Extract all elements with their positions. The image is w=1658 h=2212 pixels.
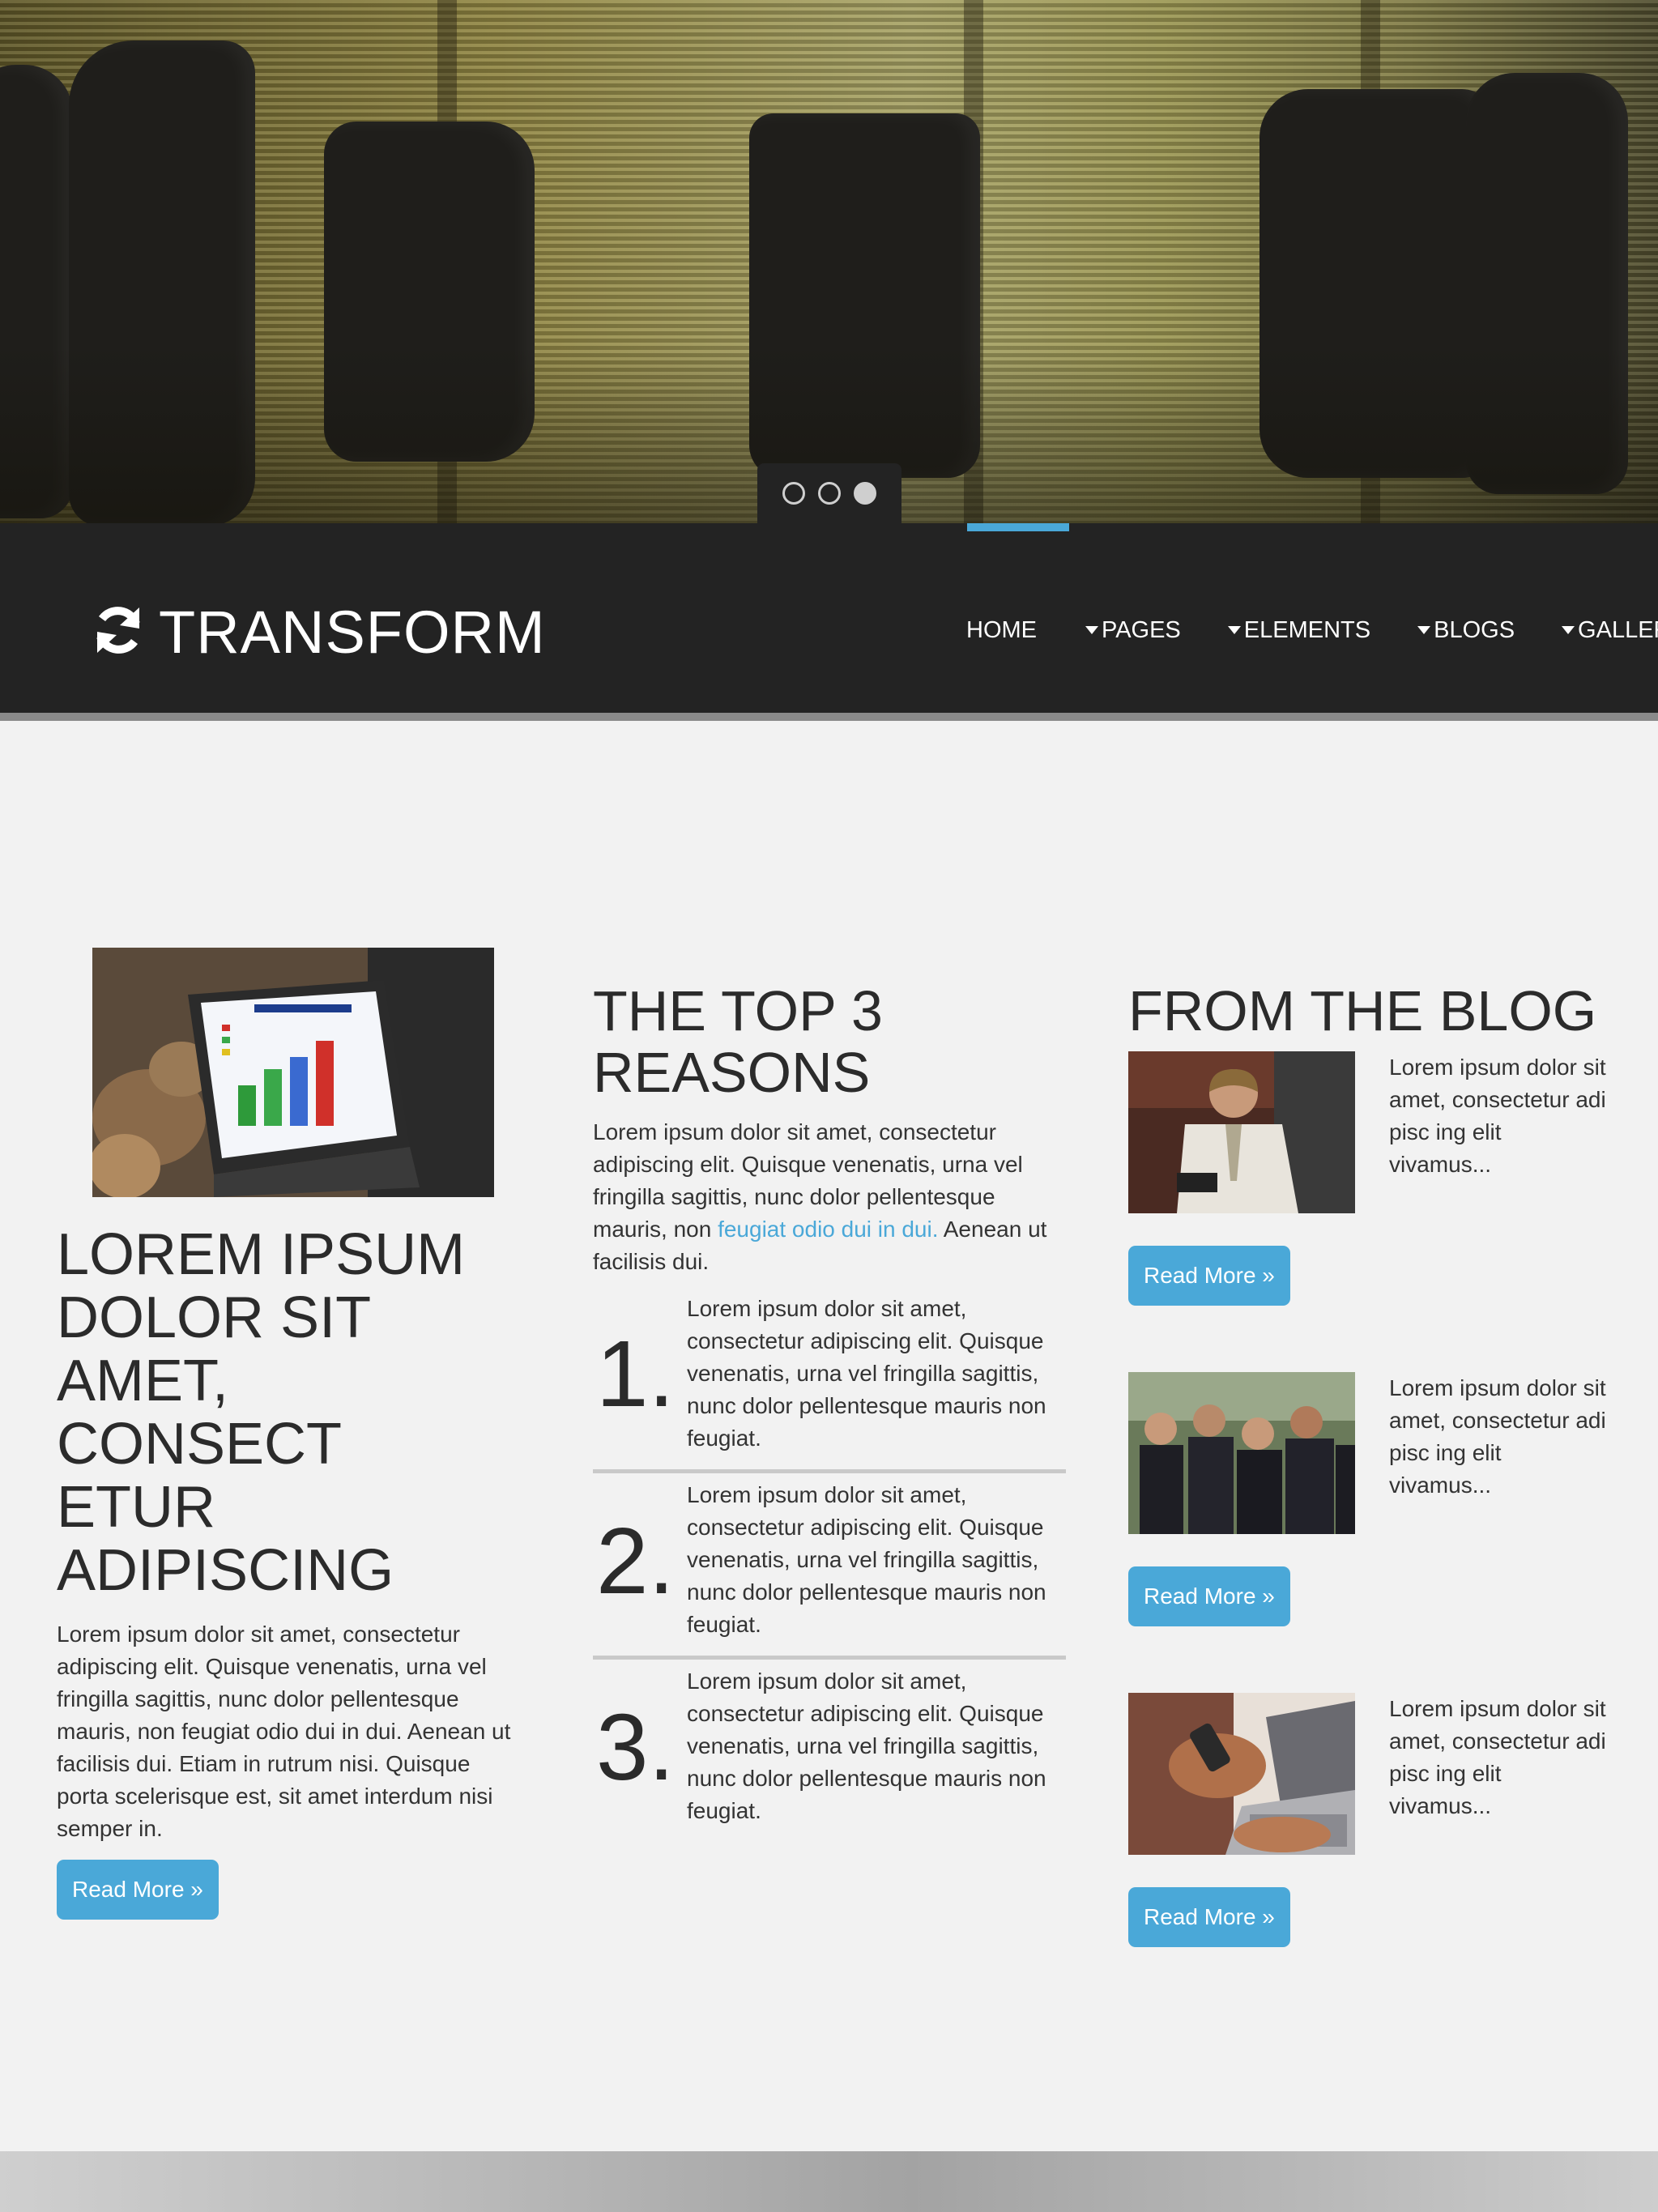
slider-dot-2[interactable] [818,482,841,505]
blog-read-more-button[interactable]: Read More » [1128,1566,1290,1626]
nav-item-blogs[interactable]: BLOGS [1417,617,1515,644]
reasons-intro-link[interactable]: feugiat odio dui in dui. [718,1217,938,1242]
nav-item-label: PAGES [1102,616,1181,643]
blog-excerpt: Lorem ipsum dolor sit amet, consectetur … [1389,1696,1606,1818]
blog-read-more-button[interactable]: Read More » [1128,1887,1290,1947]
blog-heading: FROM THE BLOG [1128,979,1597,1042]
nav-item-pages[interactable]: PAGES [1085,617,1181,644]
reason-item: 2. Lorem ipsum dolor sit amet, consectet… [593,1473,1066,1660]
nav-item-label: GALLERY [1578,616,1658,643]
blog-thumbnail[interactable] [1128,1693,1355,1855]
feature-heading: LOREM IPSUM DOLOR SIT AMET, CONSECT ETUR… [57,1222,466,1603]
feature-read-more-button[interactable]: Read More » [57,1860,219,1920]
slider-pagination [757,463,901,523]
feature-image [92,948,494,1197]
nav-item-label: HOME [966,616,1037,643]
footer-image-strip [0,2151,1658,2212]
nav-item-label: ELEMENTS [1243,616,1371,643]
blog-thumbnail[interactable] [1128,1051,1355,1213]
reason-text: Lorem ipsum dolor sit amet, consectetur … [687,1669,1046,1823]
refresh-icon [89,601,147,663]
caret-down-icon [1417,626,1431,634]
reason-item: 1. Lorem ipsum dolor sit amet, consectet… [593,1293,1066,1473]
blog-column: FROM THE BLOG Lorem ipsum dolor sit amet… [1128,979,1614,1947]
reasons-list: 1. Lorem ipsum dolor sit amet, consectet… [593,1293,1066,1842]
blog-excerpt: Lorem ipsum dolor sit amet, consectetur … [1389,1055,1606,1177]
reasons-intro: Lorem ipsum dolor sit amet, consectetur … [593,1119,1047,1274]
reason-item: 3. Lorem ipsum dolor sit amet, consectet… [593,1660,1066,1842]
reason-number: 3. [596,1694,675,1800]
nav-active-indicator [967,523,1069,531]
navbar-shadow [0,713,1658,721]
blog-excerpt: Lorem ipsum dolor sit amet, consectetur … [1389,1375,1606,1498]
caret-down-icon [1227,626,1241,634]
logo-text: TRANSFORM [159,598,546,666]
reasons-column: THE TOP 3 REASONS Lorem ipsum dolor sit … [593,980,1066,1842]
slider-dot-3[interactable] [854,482,876,505]
caret-down-icon [1085,626,1098,634]
nav-item-label: BLOGS [1434,616,1515,643]
feature-body: Lorem ipsum dolor sit amet, consectetur … [57,1622,511,1841]
reason-text: Lorem ipsum dolor sit amet, consectetur … [687,1296,1046,1451]
reason-number: 1. [596,1321,675,1426]
reasons-heading: THE TOP 3 REASONS [593,979,883,1104]
blog-thumbnail[interactable] [1128,1372,1355,1534]
site-logo[interactable]: TRANSFORM [89,601,546,663]
caret-down-icon [1562,626,1575,634]
reason-text: Lorem ipsum dolor sit amet, consectetur … [687,1482,1046,1637]
main-content: LOREM IPSUM DOLOR SIT AMET, CONSECT ETUR… [0,721,1658,2151]
hero-slider [0,0,1658,523]
nav-item-gallery[interactable]: GALLERY [1562,617,1658,644]
blog-read-more-button[interactable]: Read More » [1128,1246,1290,1306]
slider-dot-1[interactable] [782,482,805,505]
reason-number: 2. [596,1508,675,1613]
nav-menu: HOME PAGES ELEMENTS BLOGS GALLERY [966,612,1658,648]
nav-item-home[interactable]: HOME [966,617,1037,644]
nav-item-elements[interactable]: ELEMENTS [1227,616,1371,644]
